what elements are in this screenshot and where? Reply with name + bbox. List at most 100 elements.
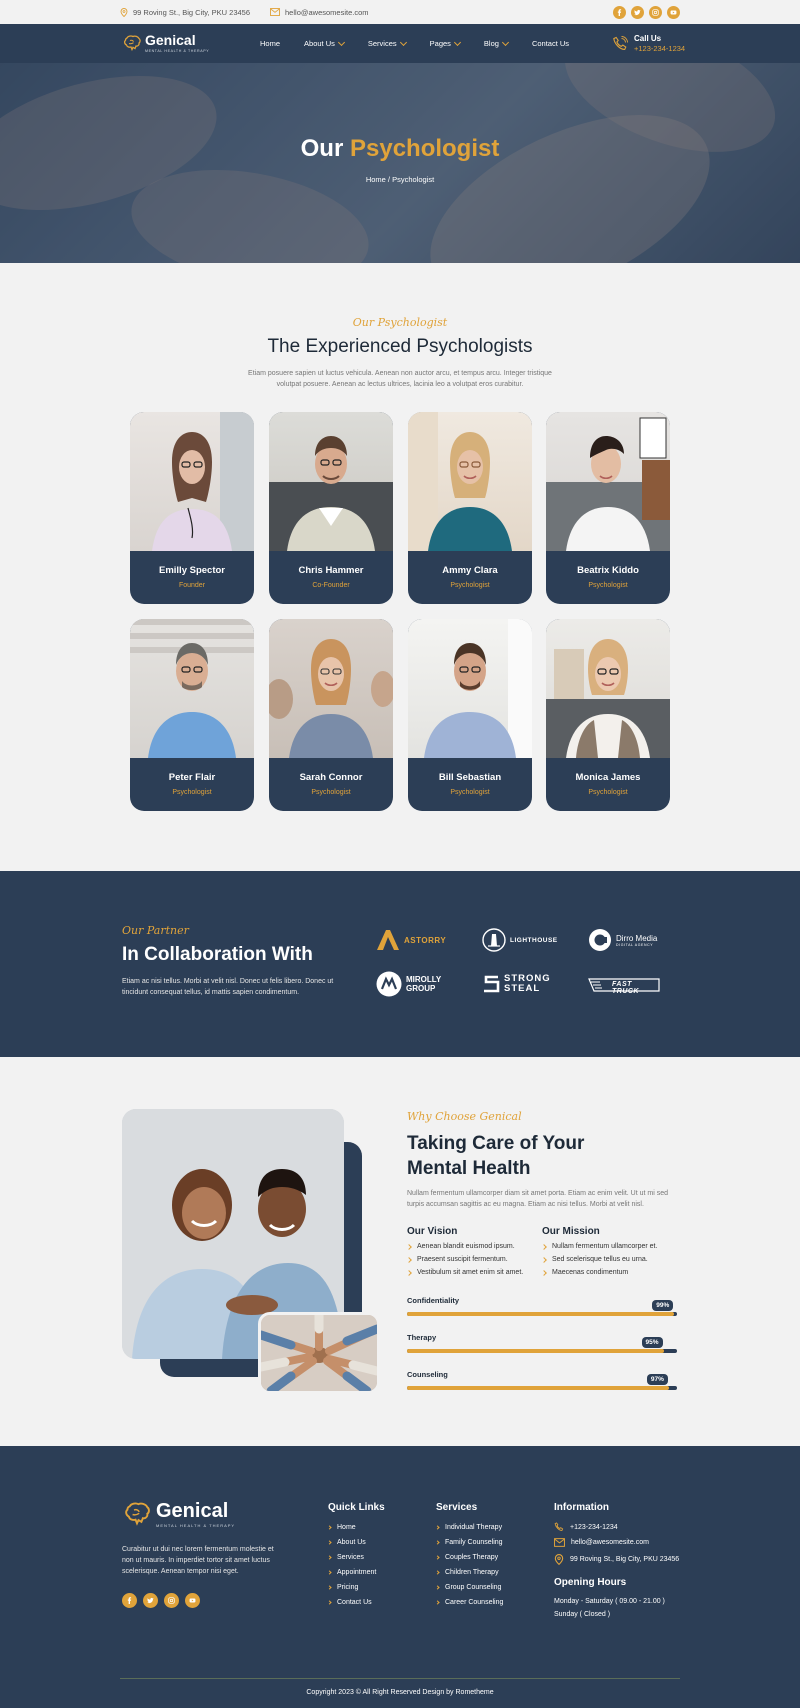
map-pin-icon bbox=[554, 1554, 564, 1565]
partner-name: FAST TRUCK bbox=[612, 981, 639, 995]
team-member-name: Emilly Spector bbox=[159, 565, 225, 576]
footer-service-link[interactable]: Group Counseling bbox=[435, 1584, 502, 1591]
footer-link-label: Career Counseling bbox=[445, 1599, 504, 1606]
chevron-right-icon bbox=[435, 1585, 440, 1590]
team-card[interactable]: Sarah Connor Psychologist bbox=[269, 619, 393, 811]
team-member-name: Monica James bbox=[575, 772, 641, 783]
team-member-role: Psychologist bbox=[311, 789, 351, 796]
nav-item-about-us[interactable]: About Us bbox=[304, 38, 345, 48]
team-member-name: Peter Flair bbox=[168, 772, 216, 783]
footer-link-contact-us[interactable]: Contact Us bbox=[327, 1599, 372, 1606]
team-card[interactable]: Beatrix Kiddo Psychologist bbox=[546, 412, 670, 604]
nav-item-home[interactable]: Home bbox=[260, 39, 280, 48]
twitter-icon[interactable] bbox=[631, 5, 644, 19]
skill-value-badge: 97% bbox=[646, 1374, 668, 1385]
team-card[interactable]: Bill Sebastian Psychologist bbox=[408, 619, 532, 811]
footer-socials bbox=[122, 1593, 200, 1608]
footer-address-text: 99 Roving St., Big City, PKU 23456 bbox=[570, 1556, 680, 1563]
partner-logo-fast-truck[interactable]: FAST TRUCK bbox=[588, 978, 660, 995]
call-us-block[interactable]: Call Us +123-234-1234 bbox=[612, 34, 685, 53]
facebook-icon[interactable] bbox=[613, 5, 626, 19]
call-us-label: Call Us bbox=[634, 34, 662, 43]
footer-logo[interactable]: Genical MENTAL HEALTH & THERAPY bbox=[122, 1501, 235, 1528]
partner-logo-mirolly[interactable]: MIROLLY GROUP bbox=[376, 971, 441, 997]
chevron-down-icon bbox=[337, 38, 345, 46]
section-tag: Our Psychologist bbox=[352, 316, 448, 329]
footer-link-appointment[interactable]: Appointment bbox=[327, 1569, 376, 1576]
partner-name: ASTORRY bbox=[404, 935, 447, 945]
section-tag: Our Partner bbox=[122, 924, 189, 937]
team-member-photo bbox=[269, 619, 393, 758]
partner-logo-strong-steal[interactable]: STRONG STEAL bbox=[482, 974, 551, 994]
youtube-icon[interactable] bbox=[667, 5, 680, 19]
vision-item: Aenean blandit euismod ipsum. bbox=[407, 1243, 515, 1250]
nav-item-contact-us[interactable]: Contact Us bbox=[532, 39, 569, 48]
nav-menu: Home About Us Services Pages Blog Contac… bbox=[260, 24, 593, 63]
breadcrumb[interactable]: Home / Psychologist bbox=[0, 175, 800, 184]
mission-item: Nullam fermentum ullamcorper et. bbox=[542, 1243, 657, 1250]
partner-logo-dirro-media[interactable]: Dirro Media DIGITAL AGENCY bbox=[588, 928, 657, 952]
footer-link-label: Group Counseling bbox=[445, 1584, 502, 1591]
footer-service-link[interactable]: Individual Therapy bbox=[435, 1524, 502, 1531]
topbar-socials bbox=[613, 5, 680, 19]
team-card[interactable]: Monica James Psychologist bbox=[546, 619, 670, 811]
team-card[interactable]: Chris Hammer Co-Founder bbox=[269, 412, 393, 604]
footer-link-about-us[interactable]: About Us bbox=[327, 1539, 366, 1546]
call-us-number[interactable]: +123-234-1234 bbox=[634, 44, 685, 53]
footer-service-link[interactable]: Couples Therapy bbox=[435, 1554, 498, 1561]
astorry-logo-icon bbox=[377, 930, 399, 950]
partner-logo-astorry[interactable]: ASTORRY bbox=[376, 929, 446, 951]
nav-item-services[interactable]: Services bbox=[368, 38, 407, 48]
facebook-icon[interactable] bbox=[122, 1593, 137, 1608]
footer-link-services[interactable]: Services bbox=[327, 1554, 364, 1561]
team-card[interactable]: Ammy Clara Psychologist bbox=[408, 412, 532, 604]
phone-icon bbox=[613, 35, 628, 50]
phone-icon bbox=[554, 1522, 564, 1531]
twitter-icon[interactable] bbox=[143, 1593, 158, 1608]
footer-email[interactable]: hello@awesomesite.com bbox=[554, 1538, 649, 1547]
envelope-icon bbox=[270, 8, 280, 16]
footer-link-pricing[interactable]: Pricing bbox=[327, 1584, 358, 1591]
brain-logo-icon bbox=[125, 1502, 150, 1526]
section-description: Etiam ac nisi tellus. Morbi at velit nis… bbox=[122, 978, 334, 996]
site-logo[interactable]: Genical MENTAL HEALTH & THERAPY bbox=[122, 33, 209, 53]
chevron-right-icon bbox=[435, 1555, 440, 1560]
vision-item: Vestibulum sit amet enim sit amet. bbox=[407, 1269, 523, 1276]
team-member-role: Co-Founder bbox=[312, 582, 350, 589]
instagram-icon[interactable] bbox=[649, 5, 662, 19]
footer-phone[interactable]: +123-234-1234 bbox=[554, 1522, 618, 1532]
chevron-down-icon bbox=[501, 38, 509, 46]
topbar-address-text: 99 Roving St., Big City, PKU 23456 bbox=[133, 7, 251, 17]
main-navbar: Genical MENTAL HEALTH & THERAPY Home Abo… bbox=[0, 24, 800, 63]
chevron-right-icon bbox=[435, 1600, 440, 1605]
chevron-right-icon bbox=[327, 1525, 332, 1530]
hero-overlay bbox=[0, 63, 800, 263]
skill-bar-counseling: 97% bbox=[407, 1374, 677, 1390]
page-hero: Our Psychologist Home / Psychologist bbox=[0, 63, 800, 263]
services-heading: Services bbox=[436, 1502, 478, 1513]
skill-bar-fill bbox=[407, 1349, 664, 1353]
topbar-email[interactable]: hello@awesomesite.com bbox=[270, 8, 369, 17]
footer-service-link[interactable]: Career Counseling bbox=[435, 1599, 504, 1606]
partner-logo-lighthouse[interactable]: LIGHTHOUSE bbox=[482, 928, 558, 952]
footer-service-link[interactable]: Family Counseling bbox=[435, 1539, 503, 1546]
footer-service-link[interactable]: Children Therapy bbox=[435, 1569, 499, 1576]
footer-link-home[interactable]: Home bbox=[327, 1524, 356, 1531]
chevron-right-icon bbox=[327, 1585, 332, 1590]
team-member-photo bbox=[408, 412, 532, 551]
skill-bar-confidentiality: 99% bbox=[407, 1300, 677, 1316]
partners-section: Our Partner In Collaboration With Etiam … bbox=[0, 871, 800, 1057]
nav-item-blog[interactable]: Blog bbox=[484, 38, 509, 48]
topbar-email-text[interactable]: hello@awesomesite.com bbox=[285, 8, 368, 17]
footer-about-text: Curabitur ut dui nec lorem fermentum mol… bbox=[122, 1546, 274, 1575]
youtube-icon[interactable] bbox=[185, 1593, 200, 1608]
instagram-icon[interactable] bbox=[164, 1593, 179, 1608]
team-member-role: Psychologist bbox=[450, 789, 490, 796]
nav-item-pages[interactable]: Pages bbox=[430, 38, 461, 48]
team-card[interactable]: Emilly Spector Founder bbox=[130, 412, 254, 604]
team-card[interactable]: Peter Flair Psychologist bbox=[130, 619, 254, 811]
strong-steal-logo-icon bbox=[484, 975, 500, 993]
team-member-role: Psychologist bbox=[172, 789, 212, 796]
footer-divider bbox=[120, 1678, 680, 1679]
section-title-line: Mental Health bbox=[407, 1158, 531, 1179]
